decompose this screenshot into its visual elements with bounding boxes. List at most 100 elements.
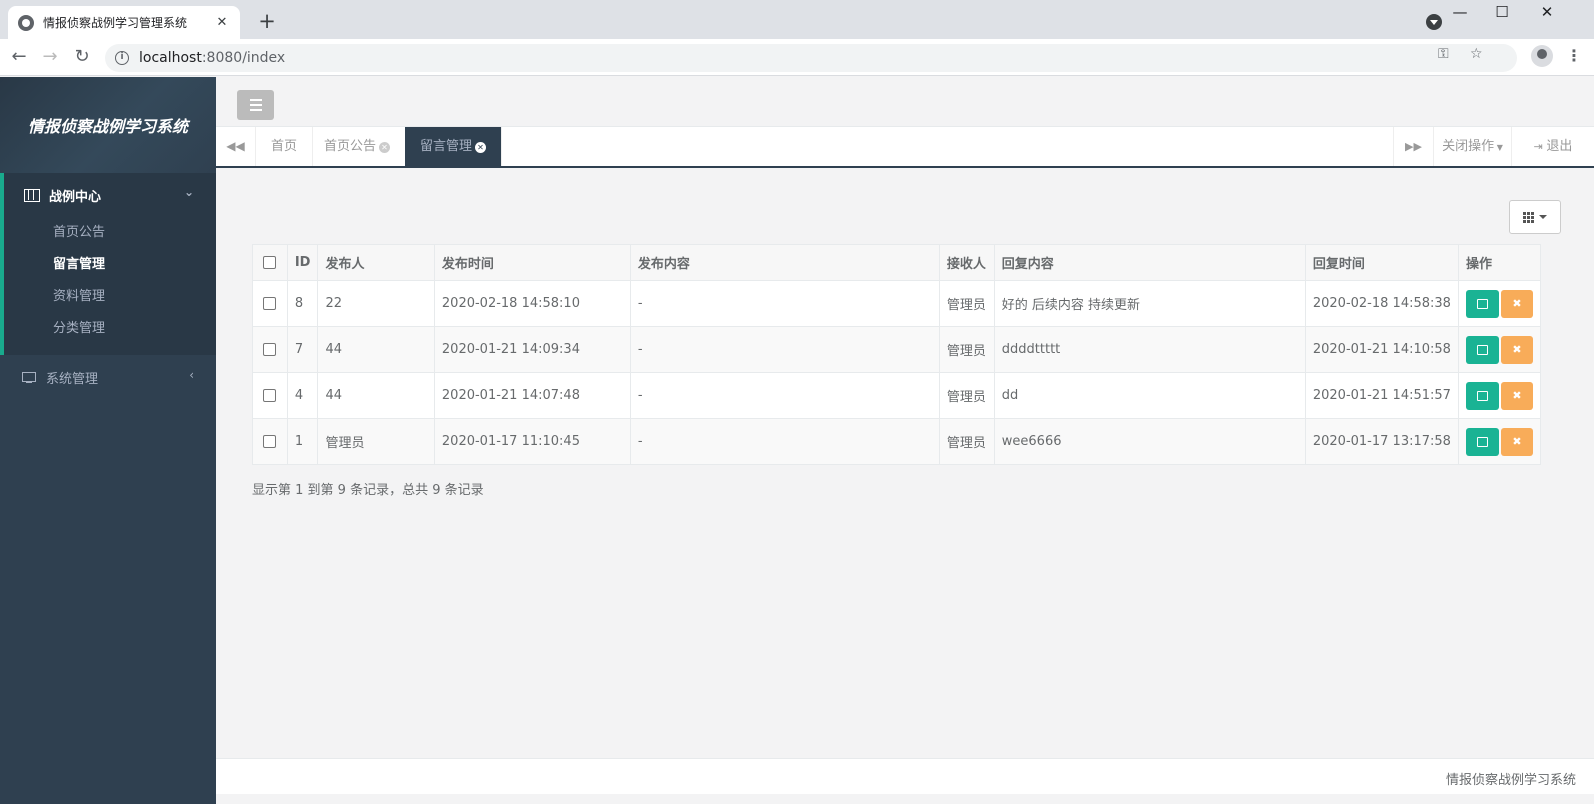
delete-button[interactable]: ✖ bbox=[1501, 381, 1533, 410]
cell-actions: ✖ bbox=[1458, 280, 1541, 327]
col-reply[interactable]: 回复内容 bbox=[993, 244, 1306, 281]
cell-publisher: 44 bbox=[317, 326, 435, 373]
main-content: ID 发布人 发布时间 发布内容 接收人 回复内容 回复时间 操作 8 22 2… bbox=[216, 168, 1594, 758]
cell-reply-time: 2020-01-17 13:17:58 bbox=[1304, 418, 1460, 465]
sidebar-item-materials[interactable]: 资料管理 bbox=[4, 281, 216, 313]
edit-button[interactable] bbox=[1466, 335, 1499, 364]
star-icon[interactable]: ☆ bbox=[1470, 46, 1483, 62]
cell-id: 4 bbox=[286, 372, 319, 419]
edit-button[interactable] bbox=[1466, 289, 1499, 318]
forward-icon[interactable]: → bbox=[37, 45, 63, 69]
menu-group-cases: 战例中心 ⌄ 首页公告 留言管理 资料管理 分类管理 bbox=[0, 173, 216, 355]
bottom-spacer bbox=[216, 794, 1594, 804]
footer: 情报侦察战例学习系统 bbox=[216, 758, 1594, 794]
columns-toggle-button[interactable] bbox=[1509, 200, 1561, 234]
browser-tab-title: 情报侦察战例学习管理系统 bbox=[43, 16, 188, 30]
edit-button[interactable] bbox=[1466, 427, 1499, 456]
row-checkbox[interactable] bbox=[263, 297, 277, 310]
tab-search-icon[interactable] bbox=[1426, 14, 1442, 30]
reload-icon[interactable]: ↻ bbox=[69, 45, 95, 69]
tab-close-icon[interactable]: ✕ bbox=[379, 142, 391, 153]
tab-messages[interactable]: 留言管理 ✕ bbox=[405, 127, 503, 166]
tab-label: 首页 bbox=[271, 139, 298, 154]
maximize-icon[interactable]: ☐ bbox=[1487, 3, 1517, 21]
sidebar: 情报侦察战例学习系统 战例中心 ⌄ 首页公告 留言管理 资料管理 分类管理 系统… bbox=[0, 77, 216, 804]
cell-reply-time: 2020-01-21 14:10:58 bbox=[1304, 326, 1460, 373]
tab-close-icon[interactable]: ✕ bbox=[475, 142, 487, 153]
address-bar[interactable]: i localhost:8080/index bbox=[105, 44, 1517, 72]
sidebar-item-messages[interactable]: 留言管理 bbox=[4, 249, 216, 281]
row-checkbox[interactable] bbox=[263, 343, 277, 356]
col-reply-time[interactable]: 回复时间 bbox=[1304, 244, 1460, 281]
browser-tab[interactable]: 情报侦察战例学习管理系统 ✕ bbox=[8, 6, 240, 39]
grid-icon bbox=[1523, 211, 1534, 223]
cell-receiver: 管理员 bbox=[938, 280, 995, 327]
cell-id: 1 bbox=[286, 418, 319, 465]
close-ops-label: 关闭操作 bbox=[1442, 139, 1495, 154]
table-row: 1 管理员 2020-01-17 11:10:45 - 管理员 wee6666 … bbox=[252, 418, 1541, 465]
cell-content: - bbox=[629, 326, 940, 373]
cell-publisher: 22 bbox=[317, 280, 435, 327]
key-icon[interactable]: ⚿ bbox=[1438, 46, 1449, 62]
menu-head-system[interactable]: 系统管理 ‹ bbox=[0, 355, 216, 399]
cell-id: 8 bbox=[286, 280, 319, 327]
window-close-icon[interactable]: ✕ bbox=[1532, 3, 1562, 21]
footer-text: 情报侦察战例学习系统 bbox=[1445, 773, 1576, 788]
cell-pub-time: 2020-01-17 11:10:45 bbox=[433, 418, 631, 465]
edit-button[interactable] bbox=[1466, 381, 1499, 410]
menu-icon[interactable]: ⋮ bbox=[1566, 46, 1582, 66]
content-header bbox=[216, 77, 1594, 127]
col-id[interactable]: ID bbox=[286, 244, 319, 281]
monitor-icon bbox=[22, 372, 36, 383]
col-receiver[interactable]: 接收人 bbox=[938, 244, 995, 281]
url-text: localhost:8080/index bbox=[139, 50, 286, 66]
menu-head-label: 战例中心 bbox=[49, 189, 102, 205]
browser-tab-strip: 情报侦察战例学习管理系统 ✕ + — ☐ ✕ bbox=[0, 0, 1594, 39]
sidebar-item-notice[interactable]: 首页公告 bbox=[4, 217, 216, 249]
tab-notice[interactable]: 首页公告 ✕ bbox=[309, 127, 407, 166]
col-pub-time[interactable]: 发布时间 bbox=[433, 244, 631, 281]
close-tab-icon[interactable]: ✕ bbox=[214, 15, 230, 30]
table-row: 7 44 2020-01-21 14:09:34 - 管理员 ddddttttt… bbox=[252, 326, 1541, 373]
caret-down-icon bbox=[1539, 215, 1547, 219]
brand: 情报侦察战例学习系统 bbox=[0, 77, 216, 173]
row-checkbox-cell bbox=[252, 372, 288, 419]
brand-title: 情报侦察战例学习系统 bbox=[27, 117, 188, 136]
sidebar-item-categories[interactable]: 分类管理 bbox=[4, 313, 216, 345]
profile-icon[interactable] bbox=[1531, 45, 1553, 67]
cell-reply: 好的 后续内容 持续更新 bbox=[993, 280, 1306, 327]
cell-publisher: 管理员 bbox=[317, 418, 435, 465]
tabs-scroll-right-icon[interactable]: ▶▶ bbox=[1393, 127, 1433, 166]
tabs-scroll-left-icon[interactable]: ◀◀ bbox=[216, 127, 256, 166]
tab-home[interactable]: 首页 bbox=[256, 127, 314, 166]
map-icon bbox=[24, 188, 40, 202]
page-tabs-bar: ◀◀ 首页 首页公告 ✕ 留言管理 ✕ ▶▶ 关闭操作 ▼ ⇥ 退出 bbox=[216, 127, 1594, 168]
select-all-checkbox[interactable] bbox=[263, 256, 277, 269]
row-checkbox[interactable] bbox=[263, 389, 277, 402]
table-header-row: ID 发布人 发布时间 发布内容 接收人 回复内容 回复时间 操作 bbox=[252, 244, 1541, 281]
menu-head-label: 系统管理 bbox=[46, 371, 99, 387]
logout-button[interactable]: ⇥ 退出 bbox=[1511, 127, 1594, 166]
col-publisher[interactable]: 发布人 bbox=[317, 244, 435, 281]
row-checkbox[interactable] bbox=[263, 435, 277, 448]
select-all-header bbox=[252, 244, 288, 281]
info-icon[interactable]: i bbox=[115, 51, 129, 65]
delete-button[interactable]: ✖ bbox=[1501, 427, 1533, 456]
cell-content: - bbox=[629, 418, 940, 465]
cell-reply: dd bbox=[993, 372, 1306, 419]
chevron-left-icon: ‹ bbox=[189, 368, 194, 382]
delete-button[interactable]: ✖ bbox=[1501, 289, 1533, 318]
close-ops-dropdown[interactable]: 关闭操作 ▼ bbox=[1433, 127, 1511, 166]
new-tab-button[interactable]: + bbox=[255, 9, 279, 33]
delete-button[interactable]: ✖ bbox=[1501, 335, 1533, 364]
col-content[interactable]: 发布内容 bbox=[629, 244, 940, 281]
minimize-icon[interactable]: — bbox=[1445, 3, 1475, 21]
cell-publisher: 44 bbox=[317, 372, 435, 419]
hamburger-button[interactable] bbox=[237, 90, 274, 120]
cell-content: - bbox=[629, 372, 940, 419]
cell-reply: wee6666 bbox=[993, 418, 1306, 465]
back-icon[interactable]: ← bbox=[6, 45, 32, 69]
cell-reply-time: 2020-02-18 14:58:38 bbox=[1304, 280, 1460, 327]
menu-head-cases[interactable]: 战例中心 ⌄ bbox=[4, 173, 216, 217]
cell-actions: ✖ bbox=[1458, 326, 1541, 373]
